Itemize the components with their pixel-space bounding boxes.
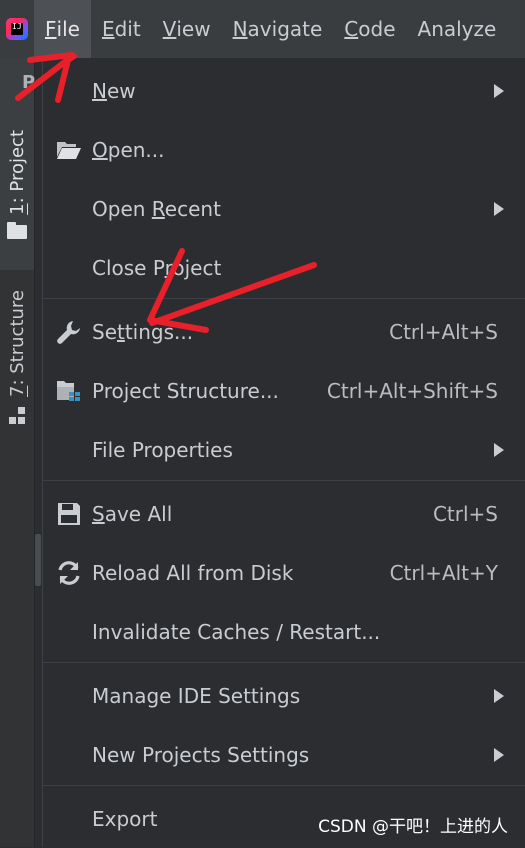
menu-separator [43,662,525,663]
menu-item-manage-ide-settings[interactable]: Manage IDE Settings [43,667,525,725]
reload-shortcut: Ctrl+Alt+Y [389,561,498,585]
panel-title-letter: P [22,72,36,93]
folder-icon [7,221,27,239]
menu-item-file-properties[interactable]: File Properties [43,421,525,479]
submenu-arrow-icon [494,443,504,457]
app-logo: IJ [0,0,34,58]
menu-item-settings[interactable]: Settings... Ctrl+Alt+S [43,303,525,361]
intellij-logo-icon: IJ [6,18,28,40]
menu-code[interactable]: Code [333,0,406,58]
submenu-arrow-icon [494,84,504,98]
save-icon [56,501,82,527]
project-structure-shortcut: Ctrl+Alt+Shift+S [326,379,498,403]
menu-navigate[interactable]: Navigate [222,0,334,58]
menu-edit[interactable]: Edit [91,0,152,58]
tab-project-label: 1: Project [6,130,28,215]
structure-icon [8,406,26,425]
menu-item-new[interactable]: New [43,62,525,120]
menu-separator [43,785,525,786]
menu-item-open[interactable]: Open... [43,121,525,179]
menu-analyze[interactable]: Analyze [407,0,508,58]
menu-separator [43,298,525,299]
menu-file[interactable]: File [34,0,91,58]
submenu-arrow-icon [494,748,504,762]
main-menu-bar: IJ File Edit View Navigate Code Analyze [0,0,525,59]
menu-item-invalidate-caches[interactable]: Invalidate Caches / Restart... [43,603,525,661]
submenu-arrow-icon [494,202,504,216]
save-all-shortcut: Ctrl+S [432,502,498,526]
file-menu-dropdown: New Open... Open Recent Close Project Se… [42,60,525,847]
wrench-icon [56,319,82,345]
menu-item-open-recent[interactable]: Open Recent [43,180,525,238]
tab-project[interactable]: 1: Project [0,130,34,239]
folder-open-icon [56,137,82,163]
tab-structure-label: 7: Structure [6,290,28,397]
project-structure-icon [56,378,82,404]
scrollbar-thumb[interactable] [35,534,41,586]
reload-icon [56,560,82,586]
menu-item-reload[interactable]: Reload All from Disk Ctrl+Alt+Y [43,544,525,602]
menu-item-close-project[interactable]: Close Project [43,239,525,297]
settings-shortcut: Ctrl+Alt+S [389,320,498,344]
watermark: CSDN @干吧！上进的人 [318,817,508,837]
menu-item-save-all[interactable]: Save All Ctrl+S [43,485,525,543]
menu-item-new-projects-settings[interactable]: New Projects Settings [43,726,525,784]
tab-structure[interactable]: 7: Structure [0,290,34,425]
submenu-arrow-icon [494,689,504,703]
menu-separator [43,480,525,481]
menu-view[interactable]: View [152,0,222,58]
menu-item-project-structure[interactable]: Project Structure... Ctrl+Alt+Shift+S [43,362,525,420]
